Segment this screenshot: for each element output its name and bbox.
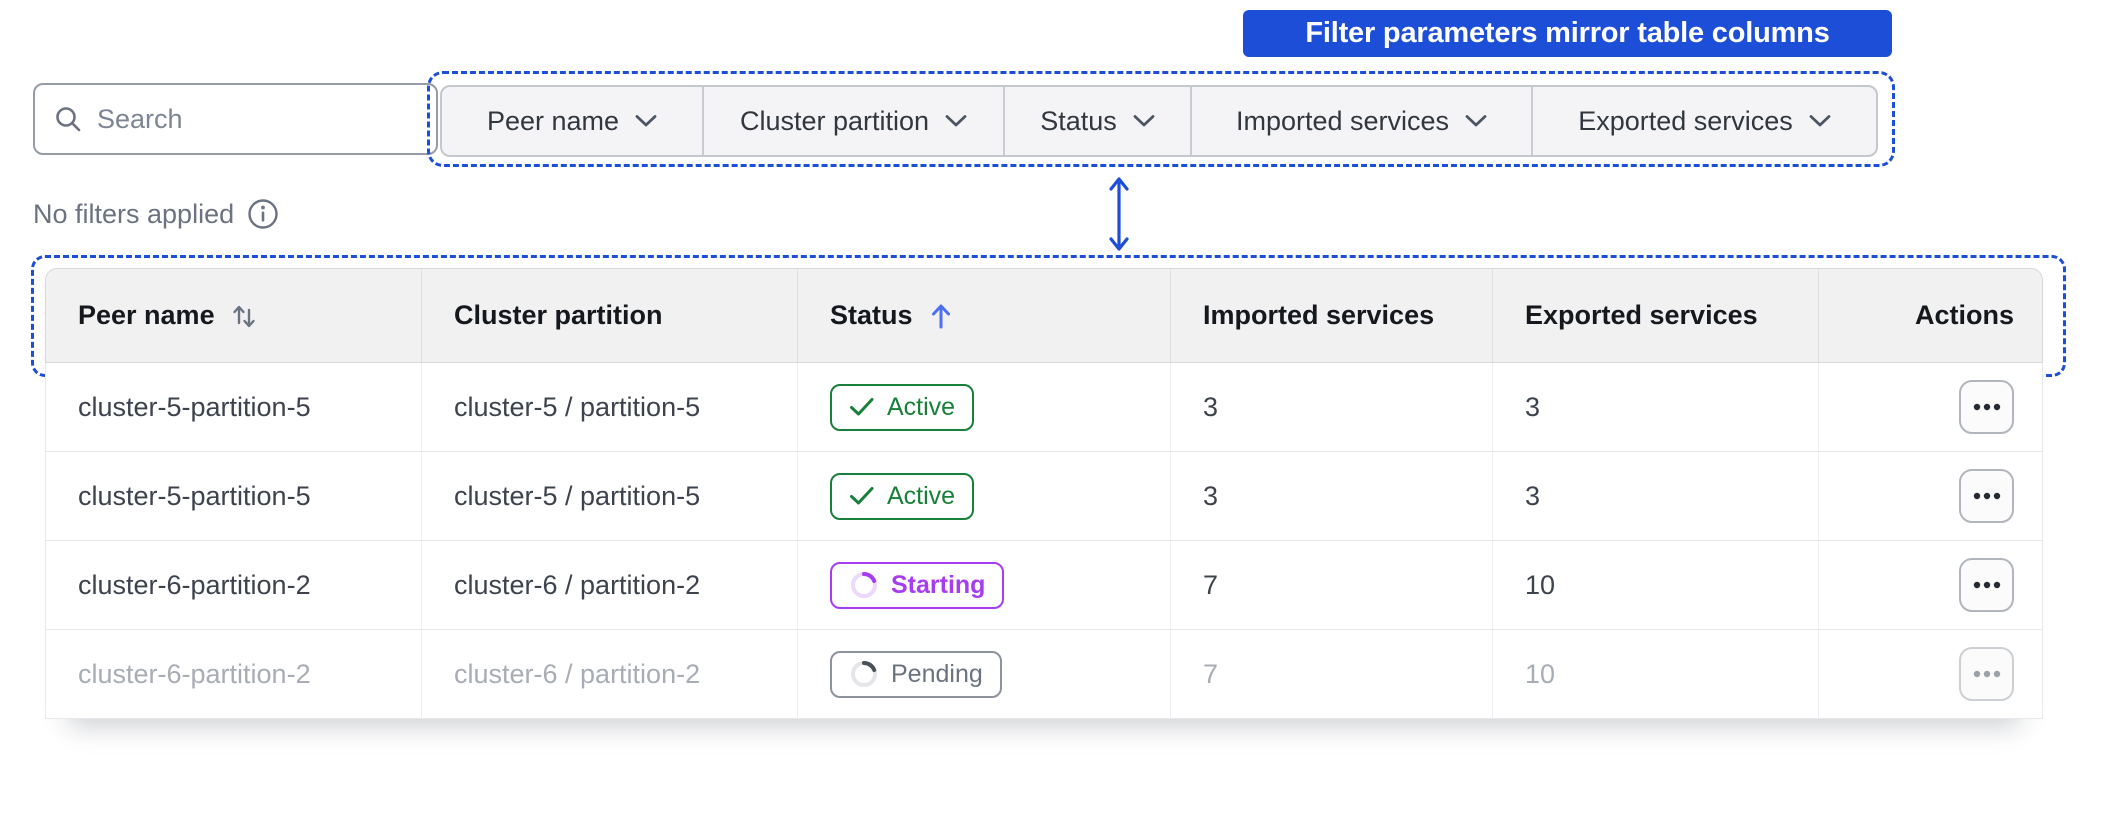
cell-exported-services: 3 <box>1493 452 1819 540</box>
cell-status: Active <box>798 452 1171 540</box>
annotation-callout-label: Filter parameters mirror table columns <box>1305 17 1830 49</box>
sort-ascending-icon <box>931 304 950 328</box>
cell-peer-name: cluster-6-partition-2 <box>46 630 422 718</box>
table-row: cluster-6-partition-2 cluster-6 / partit… <box>45 541 2043 630</box>
column-header-status[interactable]: Status <box>798 269 1171 362</box>
chevron-down-icon <box>945 115 967 127</box>
cell-exported-services: 10 <box>1493 630 1819 718</box>
chevron-down-icon <box>1133 115 1155 127</box>
ellipsis-icon <box>1973 403 2000 411</box>
filter-dropdown-imported-services[interactable]: Imported services <box>1192 87 1533 155</box>
row-actions-button[interactable] <box>1959 647 2014 701</box>
column-header-cluster-partition[interactable]: Cluster partition <box>422 269 798 362</box>
status-badge-starting: Starting <box>830 561 1005 609</box>
cell-actions <box>1819 452 2042 540</box>
table-header-row: Peer name Cluster partition Status Impor… <box>45 268 2043 363</box>
cell-status: Starting <box>798 541 1171 629</box>
filter-label: Imported services <box>1235 105 1450 136</box>
cell-peer-name: cluster-5-partition-5 <box>46 452 422 540</box>
chevron-down-icon <box>1465 115 1487 127</box>
table-row: cluster-6-partition-2 cluster-6 / partit… <box>45 630 2043 719</box>
annotation-callout: Filter parameters mirror table columns <box>1243 10 1892 57</box>
search-box <box>33 83 438 155</box>
filter-label: Status <box>1040 105 1117 136</box>
ellipsis-icon <box>1973 670 2000 678</box>
column-header-actions: Actions <box>1914 300 2014 330</box>
check-icon <box>850 487 874 505</box>
ellipsis-icon <box>1973 581 2000 589</box>
status-badge-active: Active <box>830 472 975 520</box>
column-header-peer-name[interactable]: Peer name <box>46 269 422 362</box>
column-header-imported-services[interactable]: Imported services <box>1171 269 1493 362</box>
cell-imported-services: 3 <box>1171 363 1493 451</box>
cell-actions <box>1819 630 2042 718</box>
table-row: cluster-5-partition-5 cluster-5 / partit… <box>45 452 2043 541</box>
cell-actions <box>1819 541 2042 629</box>
cell-peer-name: cluster-5-partition-5 <box>46 363 422 451</box>
cell-imported-services: 7 <box>1171 541 1493 629</box>
filter-bar: Peer name Cluster partition Status Impor… <box>440 85 1878 157</box>
filter-dropdown-peer-name[interactable]: Peer name <box>442 87 704 155</box>
status-badge-active: Active <box>830 383 975 431</box>
filter-label: Exported services <box>1578 105 1793 136</box>
annotation-double-arrow <box>1109 177 1129 251</box>
cell-cluster-partition: cluster-5 / partition-5 <box>422 363 798 451</box>
cell-imported-services: 7 <box>1171 630 1493 718</box>
row-actions-button[interactable] <box>1959 380 2014 434</box>
row-actions-button[interactable] <box>1959 558 2014 612</box>
check-icon <box>850 398 874 416</box>
filter-dropdown-exported-services[interactable]: Exported services <box>1533 87 1876 155</box>
filter-dropdown-status[interactable]: Status <box>1005 87 1192 155</box>
status-badge-pending: Pending <box>830 650 1002 698</box>
filter-dropdown-cluster-partition[interactable]: Cluster partition <box>704 87 1005 155</box>
cell-status: Active <box>798 363 1171 451</box>
table-row: cluster-5-partition-5 cluster-5 / partit… <box>45 363 2043 452</box>
column-header-exported-services[interactable]: Exported services <box>1493 269 1819 362</box>
ellipsis-icon <box>1973 492 2000 500</box>
row-actions-button[interactable] <box>1959 469 2014 523</box>
peers-table: Peer name Cluster partition Status Impor… <box>45 268 2043 719</box>
cell-cluster-partition: cluster-5 / partition-5 <box>422 452 798 540</box>
chevron-down-icon <box>635 115 657 127</box>
search-icon <box>56 107 81 132</box>
filter-label: Cluster partition <box>739 105 930 136</box>
cell-actions <box>1819 363 2042 451</box>
cell-imported-services: 3 <box>1171 452 1493 540</box>
search-input[interactable] <box>97 103 418 135</box>
cell-status: Pending <box>798 630 1171 718</box>
filter-status-text: No filters applied <box>33 198 235 229</box>
cell-cluster-partition: cluster-6 / partition-2 <box>422 541 798 629</box>
filter-label: Peer name <box>486 105 620 136</box>
spinner-icon <box>851 661 877 687</box>
cell-cluster-partition: cluster-6 / partition-2 <box>422 630 798 718</box>
info-icon[interactable] <box>246 197 280 231</box>
cell-exported-services: 10 <box>1493 541 1819 629</box>
cell-exported-services: 3 <box>1493 363 1819 451</box>
spinner-icon <box>851 572 877 598</box>
cell-peer-name: cluster-6-partition-2 <box>46 541 422 629</box>
sort-both-icon <box>232 305 255 327</box>
chevron-down-icon <box>1809 115 1831 127</box>
filter-status-line: No filters applied <box>33 194 280 234</box>
